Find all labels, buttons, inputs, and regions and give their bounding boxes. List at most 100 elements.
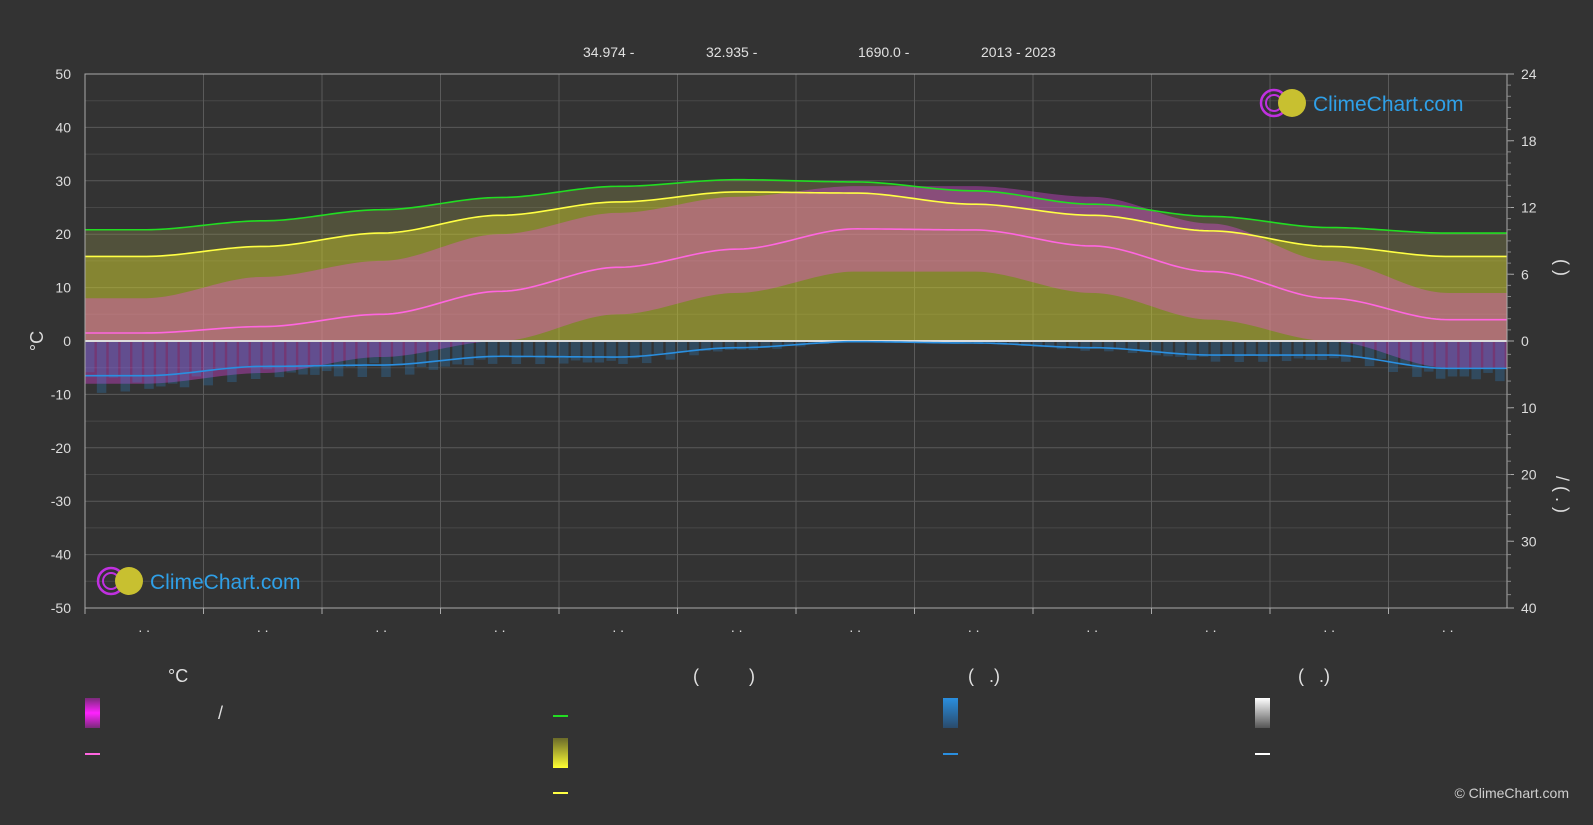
- right-axis-top-tick-label: 18: [1521, 133, 1537, 149]
- brand-name-bottom[interactable]: ClimeChart.com: [150, 571, 301, 595]
- precipitation-bar: [120, 341, 131, 392]
- precipitation-bar: [274, 341, 285, 378]
- precipitation-bar: [618, 341, 628, 364]
- precipitation-bar: [1305, 341, 1316, 360]
- legend-heading-rain: ( .): [968, 666, 1000, 686]
- header-elevation: 1690.0 -: [858, 44, 910, 60]
- left-axis-tick-label: -20: [51, 440, 71, 456]
- precipitation-bar: [108, 341, 119, 378]
- precipitation-bar: [665, 341, 676, 360]
- precipitation-bar: [333, 341, 344, 377]
- precipitation-bar: [1234, 341, 1244, 363]
- month-tick-label: . .: [849, 619, 861, 635]
- precipitation-bar: [310, 341, 320, 375]
- right-axis-bottom-tick-label: 30: [1521, 533, 1537, 549]
- precipitation-bar: [1187, 341, 1197, 360]
- precipitation-bar: [156, 341, 166, 387]
- right-axis-top-tick-label: 0: [1521, 333, 1529, 349]
- climechart-logo-icon: [96, 566, 143, 596]
- precipitation-bar: [499, 341, 510, 357]
- climate-chart: 50 40 30 20 10 0 -10 -20 -30 -40 -50 °C 24 18 12 6 0 10 20…: [27, 66, 1572, 635]
- legend-swatch-snow: [1255, 698, 1270, 728]
- right-axis-top-tick-label: 24: [1521, 66, 1537, 82]
- precipitation-bar: [381, 341, 391, 377]
- precipitation-bar: [1151, 341, 1161, 356]
- precipitation-bar: [511, 341, 522, 365]
- precipitation-bar: [369, 341, 379, 364]
- precipitation-bar: [179, 341, 190, 388]
- right-axis-bottom-tick-label: 40: [1521, 600, 1537, 616]
- legend-heading-temperature: °C: [168, 666, 189, 686]
- precipitation-bar: [1104, 341, 1114, 352]
- precipitation-bar: [1281, 341, 1292, 362]
- precipitation-bar: [1222, 341, 1233, 355]
- copyright: © ClimeChart.com: [1454, 785, 1569, 801]
- precipitation-bar: [227, 341, 237, 383]
- month-tick-label: . .: [1323, 619, 1335, 635]
- precipitation-bar: [487, 341, 498, 364]
- header-years: 2013 - 2023: [981, 44, 1056, 60]
- precipitation-bar: [1056, 341, 1067, 350]
- precipitation-bar: [203, 341, 213, 386]
- legend-swatch-snow-avg: [1255, 753, 1270, 755]
- legend-swatch-rain-avg: [943, 753, 958, 755]
- precipitation-bar: [1163, 341, 1173, 357]
- left-axis-tick-label: 0: [63, 333, 71, 349]
- right-axis-top-tick-label: 12: [1521, 200, 1537, 216]
- precipitation-bar: [1352, 341, 1363, 358]
- month-tick-label: . .: [1086, 619, 1098, 635]
- precipitation-bar: [286, 341, 296, 373]
- precipitation-bar: [96, 341, 107, 393]
- precipitation-bar: [559, 341, 569, 364]
- month-tick-label: . .: [138, 619, 150, 635]
- precipitation-bar: [1435, 341, 1446, 379]
- precipitation-bar: [1127, 341, 1138, 354]
- month-tick-label: . .: [612, 619, 624, 635]
- legend-swatch-temp-range: [85, 698, 100, 728]
- right-axis-bottom-tick-label: 10: [1521, 400, 1537, 416]
- precipitation-bar: [452, 341, 462, 365]
- brand-name-top[interactable]: ClimeChart.com: [1313, 93, 1464, 117]
- precipitation-bar: [1270, 341, 1280, 357]
- precipitation-bar: [345, 341, 356, 368]
- precipitation-bar: [606, 341, 616, 361]
- precipitation-bar: [1080, 341, 1090, 351]
- left-axis-tick-label: -10: [51, 386, 71, 402]
- precipitation-bar: [428, 341, 439, 370]
- right-axis-top-label: ( ): [1552, 259, 1572, 276]
- left-axis-tick-label: 10: [55, 280, 71, 296]
- climechart-logo-icon: [1259, 88, 1306, 118]
- left-axis-label: °C: [27, 331, 47, 351]
- legend-swatch-rain: [943, 698, 958, 728]
- precipitation-bar: [404, 341, 415, 375]
- precipitation-bar: [144, 341, 154, 389]
- precipitation-bar: [167, 341, 178, 384]
- legend-swatch-sunshine: [553, 792, 568, 794]
- right-axis-bottom-tick-label: 20: [1521, 467, 1537, 483]
- month-tick-label: . .: [1205, 619, 1217, 635]
- legend-swatch-sunshine-range: [553, 738, 568, 768]
- legend-heading-sun: ( ): [693, 666, 755, 686]
- precipitation-bar: [262, 341, 273, 370]
- precipitation-bar: [1388, 341, 1398, 373]
- precipitation-bar: [523, 341, 533, 356]
- precipitation-bar: [1459, 341, 1470, 377]
- precipitation-bar: [689, 341, 699, 356]
- month-tick-label: . .: [731, 619, 743, 635]
- month-tick-label: . .: [375, 619, 387, 635]
- left-axis-tick-label: 50: [55, 66, 71, 82]
- month-tick-label: . .: [1442, 619, 1454, 635]
- precipitation-bar: [1317, 341, 1327, 361]
- header-latitude: 34.974 -: [583, 44, 635, 60]
- precipitation-bar: [1341, 341, 1351, 362]
- precipitation-bar: [1364, 341, 1375, 367]
- precipitation-bar: [298, 341, 308, 375]
- left-axis-tick-label: -50: [51, 600, 71, 616]
- left-axis-tick-label: 40: [55, 119, 71, 135]
- precipitation-bar: [653, 341, 664, 355]
- precipitation-bar: [1400, 341, 1410, 365]
- left-axis-tick-label: -40: [51, 547, 71, 563]
- precipitation-bar: [535, 341, 545, 365]
- precipitation-bar: [641, 341, 652, 364]
- precipitation-bar: [1495, 341, 1505, 382]
